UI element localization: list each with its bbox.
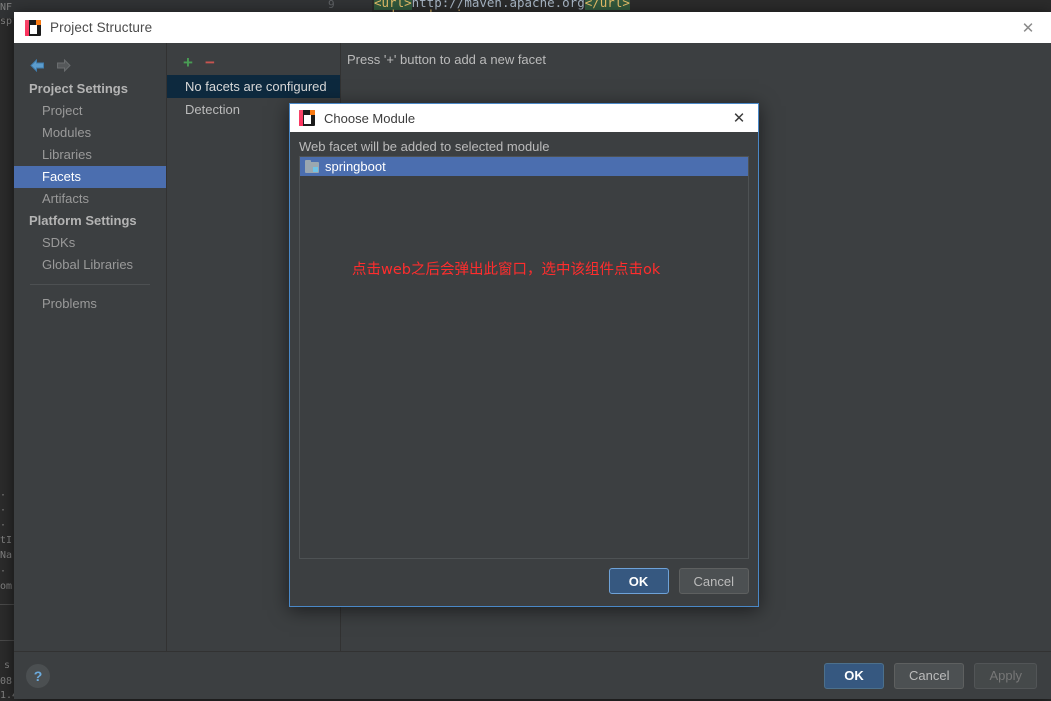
facets-toolbar: + −: [167, 43, 340, 75]
sidebar-item-problems[interactable]: Problems: [14, 293, 166, 315]
choose-module-titlebar: Choose Module ✕: [290, 104, 758, 132]
bg-fragment: tI: [0, 535, 13, 546]
sidebar-section-platform-settings: Platform Settings: [29, 213, 137, 228]
sidebar-item-sdks[interactable]: SDKs: [14, 232, 166, 254]
choose-module-buttons: OK Cancel: [599, 568, 749, 594]
jetbrains-logo-icon: [25, 19, 41, 36]
annotation-text: 点击web之后会弹出此窗口，选中该组件点击ok: [352, 262, 661, 278]
close-icon[interactable]: ✕: [1005, 12, 1051, 43]
ide-left-column: [0, 18, 14, 699]
choose-module-title: Choose Module: [324, 110, 416, 126]
bg-fragment: ·: [0, 505, 7, 516]
sidebar-item-project[interactable]: Project: [14, 100, 166, 122]
choose-module-prompt: Web facet will be added to selected modu…: [299, 139, 550, 154]
facets-hint-text: Press '+' button to add a new facet: [347, 52, 547, 67]
list-item-springboot[interactable]: springboot: [300, 157, 748, 176]
bg-separator: [0, 604, 14, 605]
module-folder-icon: [305, 160, 319, 173]
bg-fragment: ·: [0, 490, 7, 501]
navigation-arrows: [14, 43, 166, 78]
bg-fragment: sp: [0, 16, 13, 27]
project-structure-titlebar: Project Structure ✕: [14, 12, 1051, 43]
xml-tag-close: </url>: [584, 0, 630, 10]
ok-button[interactable]: OK: [824, 662, 884, 689]
bg-fragment: ·: [0, 566, 7, 577]
module-list[interactable]: springboot 点击web之后会弹出此窗口，选中该组件点击ok: [299, 156, 749, 559]
bg-fragment: s: [4, 660, 11, 671]
project-structure-title: Project Structure: [50, 20, 153, 35]
add-facet-icon[interactable]: +: [177, 52, 199, 72]
dialog-cancel-button[interactable]: Cancel: [678, 568, 749, 594]
help-icon[interactable]: ?: [26, 663, 50, 688]
project-structure-sidebar: Project Settings Project Modules Librari…: [14, 43, 167, 651]
apply-button: Apply: [974, 662, 1037, 689]
bg-fragment: 08: [0, 676, 13, 687]
dialog-ok-button[interactable]: OK: [608, 568, 669, 594]
facets-empty-row[interactable]: No facets are configured: [167, 75, 340, 98]
bg-fragment: ·: [0, 520, 7, 531]
sidebar-item-libraries[interactable]: Libraries: [14, 144, 166, 166]
sidebar-section-project-settings: Project Settings: [29, 81, 128, 96]
forward-arrow-icon: [50, 55, 76, 75]
bg-fragment: NF: [0, 2, 13, 13]
close-icon[interactable]: ✕: [720, 104, 758, 132]
choose-module-dialog: Choose Module ✕ Web facet will be added …: [289, 103, 759, 607]
bg-fragment: Na: [0, 550, 13, 561]
back-arrow-icon[interactable]: [24, 55, 50, 75]
sidebar-item-facets[interactable]: Facets: [14, 166, 166, 188]
module-label: springboot: [325, 159, 386, 174]
sidebar-item-artifacts[interactable]: Artifacts: [14, 188, 166, 210]
remove-facet-icon[interactable]: −: [199, 52, 221, 72]
cancel-button[interactable]: Cancel: [894, 662, 965, 689]
jetbrains-logo-icon: [299, 110, 315, 126]
bg-fragment: om: [0, 581, 13, 592]
sidebar-item-modules[interactable]: Modules: [14, 122, 166, 144]
sidebar-item-global-libraries[interactable]: Global Libraries: [14, 254, 166, 276]
bg-separator: [0, 640, 14, 641]
project-structure-footer: ? OK Cancel Apply: [14, 651, 1051, 699]
sidebar-divider: [30, 284, 150, 285]
